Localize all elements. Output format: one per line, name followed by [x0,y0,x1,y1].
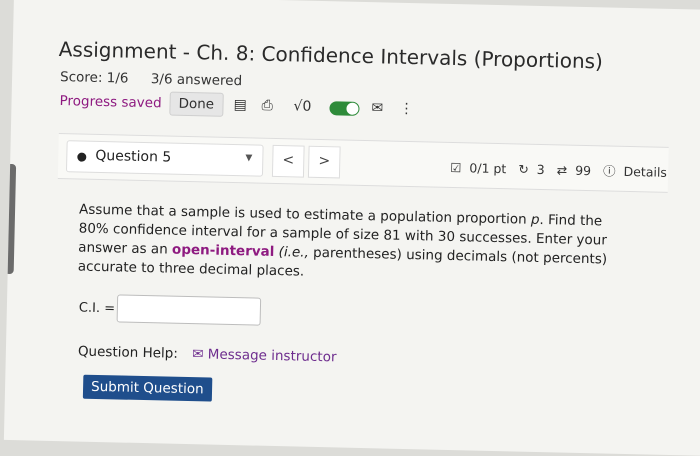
done-button[interactable]: Done [169,91,224,117]
page-title: Assignment - Ch. 8: Confidence Intervals… [58,37,604,74]
question-help: Question Help: ✉ Message instructor [78,344,337,366]
question-select[interactable]: Question 5 ▼ [65,140,264,177]
points-text: 0/1 pt [469,160,507,177]
question-text: Assume that a sample is used to estimate… [77,201,608,280]
attempts-icon: ⇄ [556,162,568,178]
prev-question-button[interactable]: < [271,144,305,178]
ci-answer-input[interactable] [116,294,262,326]
points-icon: ☑ [450,159,462,176]
retry-icon: ↻ [518,161,529,177]
mail-icon[interactable]: ✉ [371,100,383,116]
submit-question-button[interactable]: Submit Question [82,374,212,402]
details-link[interactable]: Details [623,164,667,180]
ci-label: C.I. = [78,300,116,317]
progress-saved: Progress saved [59,93,162,112]
answered-text: 3/6 answered [150,71,243,90]
chevron-down-icon: ▼ [245,153,253,164]
window-edge [3,163,17,275]
next-question-button[interactable]: > [307,145,341,179]
p-symbol: p [530,211,540,228]
status-dot-icon [77,152,87,162]
more-options-icon[interactable]: ⋮ [399,101,413,117]
question-bar: Question 5 ▼ < > ☑ 0/1 pt ↻ 3 ⇄ 99 ⓘ Details [57,133,669,193]
retries-text: 3 [536,161,545,178]
question-label: Question 5 [95,147,172,166]
message-instructor-link[interactable]: ✉ Message instructor [192,346,337,365]
document-icon[interactable]: ▤ [233,97,247,113]
screen: Assignment - Ch. 8: Confidence Intervals… [3,0,700,456]
info-icon[interactable]: ⓘ [603,163,616,178]
print-icon[interactable]: ⎙ [261,98,273,114]
question-meta: ☑ 0/1 pt ↻ 3 ⇄ 99 ⓘ Details [450,157,675,181]
help-label: Question Help: [77,343,179,362]
score-text: Score: 1/6 [59,69,129,87]
score-line: Score: 1/6 3/6 answered [60,69,260,90]
attempts-text: 99 [575,162,592,179]
math-entry-label: √0 [293,98,312,115]
open-interval-term: open-interval [171,241,275,260]
math-toggle[interactable] [329,101,360,116]
